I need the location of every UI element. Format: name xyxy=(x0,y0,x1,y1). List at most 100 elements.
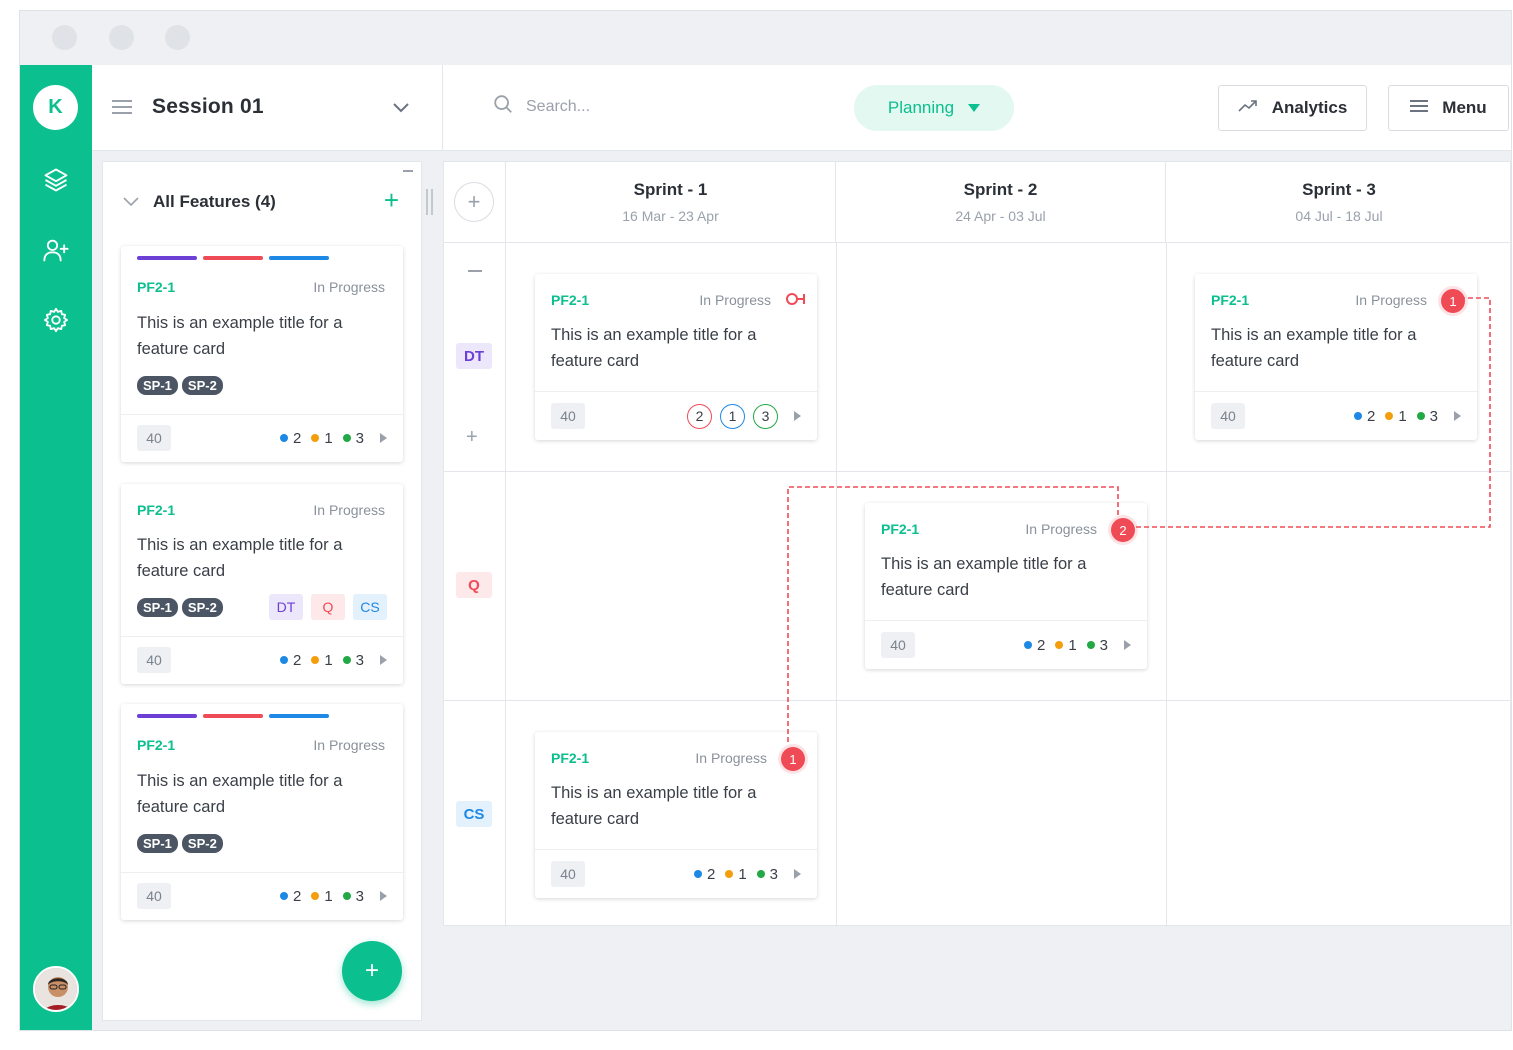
grid-line xyxy=(444,471,1511,472)
dependency-badge[interactable]: 1 xyxy=(1441,289,1465,313)
feature-card[interactable]: PF2-1 In Progress 2 This is an example t… xyxy=(865,503,1147,669)
search-input[interactable]: Search... xyxy=(526,98,590,116)
card-footer: 40 2 1 3 xyxy=(137,872,387,920)
sprint-tag: SP-1 xyxy=(137,376,178,395)
sprint-header[interactable]: Sprint - 2 24 Apr - 03 Jul xyxy=(836,162,1166,242)
menu-label: Menu xyxy=(1442,98,1487,117)
analytics-button[interactable]: Analytics xyxy=(1218,85,1367,131)
add-button[interactable]: + xyxy=(342,941,402,1001)
card-status: In Progress xyxy=(1025,521,1097,537)
count-green: 3 xyxy=(355,887,364,905)
status-counts: 2 1 3 xyxy=(279,429,364,447)
sprint-tags: SP-1 SP-2 xyxy=(137,376,223,395)
card-id: PF2-1 xyxy=(137,279,176,295)
count-green: 3 xyxy=(769,865,778,883)
team-tags: DT Q CS xyxy=(269,594,387,620)
status-counts: 2 1 3 xyxy=(1353,407,1438,425)
status-counts: 2 1 3 xyxy=(279,651,364,669)
mode-dropdown[interactable]: Planning xyxy=(854,85,1014,131)
window-control-dot[interactable] xyxy=(165,25,190,50)
count-orange: 1 xyxy=(324,429,333,447)
feature-card[interactable]: PF2-1 In Progress 1 This is an example t… xyxy=(1195,274,1477,440)
story-points: 40 xyxy=(137,425,171,451)
expand-arrow-icon[interactable] xyxy=(380,891,387,901)
dependency-link-icon[interactable] xyxy=(785,291,807,312)
status-counts: 2 1 3 xyxy=(279,887,364,905)
expand-arrow-icon[interactable] xyxy=(1454,411,1461,421)
session-selector[interactable]: Session 01 xyxy=(92,65,443,151)
layers-icon[interactable] xyxy=(41,165,71,195)
grid-line xyxy=(1166,242,1167,927)
card-footer: 40 2 1 3 xyxy=(551,392,801,440)
count-green: 3 xyxy=(1429,407,1438,425)
feature-card[interactable]: PF2-1 In Progress 1 This is an example t… xyxy=(535,732,817,898)
resize-handle[interactable] xyxy=(426,189,438,215)
sprint-header[interactable]: Sprint - 3 04 Jul - 18 Jul xyxy=(1166,162,1511,242)
workspace-avatar[interactable]: K xyxy=(33,85,78,130)
sprint-tag: SP-2 xyxy=(181,834,223,853)
feature-card[interactable]: PF2-1 In Progress This is an example tit… xyxy=(121,246,403,462)
features-header[interactable]: All Features (4) xyxy=(123,192,276,212)
card-title: This is an example title for a feature c… xyxy=(137,536,343,580)
search-field[interactable]: Search... xyxy=(492,93,590,120)
card-title: This is an example title for a feature c… xyxy=(551,326,757,370)
chevron-down-icon[interactable] xyxy=(392,101,410,119)
feature-card[interactable]: PF2-1 In Progress This is an example tit… xyxy=(121,704,403,920)
count-green: 3 xyxy=(355,651,364,669)
top-bar: Session 01 Search... Planning Analytics xyxy=(92,65,1511,151)
card-status: In Progress xyxy=(313,279,385,295)
window-control-dot[interactable] xyxy=(109,25,134,50)
card-footer: 40 2 1 3 xyxy=(551,850,801,898)
add-row-button[interactable]: + xyxy=(454,182,494,222)
card-id: PF2-1 xyxy=(137,737,176,753)
card-status: In Progress xyxy=(1355,292,1427,308)
expand-arrow-icon[interactable] xyxy=(794,869,801,879)
row-label-cs: CS xyxy=(456,801,492,827)
count-blue: 2 xyxy=(292,429,302,447)
expand-arrow-icon[interactable] xyxy=(380,433,387,443)
expand-arrow-icon[interactable] xyxy=(1124,640,1131,650)
menu-button[interactable]: Menu xyxy=(1388,85,1509,131)
dependency-badge[interactable]: 1 xyxy=(781,747,805,771)
card-title: This is an example title for a feature c… xyxy=(881,555,1087,599)
card-status: In Progress xyxy=(695,750,767,766)
add-row-icon[interactable]: + xyxy=(466,426,478,449)
add-feature-icon[interactable]: + xyxy=(384,187,399,213)
card-id: PF2-1 xyxy=(551,750,590,766)
add-user-icon[interactable] xyxy=(41,235,71,265)
feature-card[interactable]: PF2-1 In Progress This is an example tit… xyxy=(121,484,403,684)
feature-card[interactable]: PF2-1 In Progress This is an example tit… xyxy=(535,274,817,440)
app-window: K Session 01 Search... Planning Analytic… xyxy=(19,10,1512,1031)
story-points: 40 xyxy=(137,883,171,909)
count-orange: 1 xyxy=(324,887,333,905)
sprint-header[interactable]: Sprint - 1 16 Mar - 23 Apr xyxy=(506,162,836,242)
count-orange: 1 xyxy=(324,651,333,669)
mode-label: Planning xyxy=(887,98,955,117)
expand-arrow-icon[interactable] xyxy=(794,411,801,421)
card-status: In Progress xyxy=(699,292,771,308)
grid-line xyxy=(444,700,1511,701)
card-id: PF2-1 xyxy=(881,521,920,537)
row-label-q: Q xyxy=(456,572,492,598)
collapse-row-icon[interactable] xyxy=(468,270,482,272)
card-footer: 40 2 1 3 xyxy=(137,636,387,684)
card-title: This is an example title for a feature c… xyxy=(1211,326,1417,370)
team-tag-q: Q xyxy=(311,594,345,620)
ring-count-blue: 1 xyxy=(720,403,745,429)
features-panel: All Features (4) + PF2-1 In Progress Thi… xyxy=(102,161,422,1021)
story-points: 40 xyxy=(881,632,915,658)
settings-gear-icon[interactable] xyxy=(41,305,71,335)
card-footer: 40 2 1 3 xyxy=(1211,392,1461,440)
expand-arrow-icon[interactable] xyxy=(380,655,387,665)
card-status: In Progress xyxy=(313,737,385,753)
dependency-badge[interactable]: 2 xyxy=(1111,518,1135,542)
user-avatar[interactable] xyxy=(33,966,79,1012)
title-bar xyxy=(20,11,1511,65)
collapse-panel-icon[interactable] xyxy=(403,170,413,172)
story-points: 40 xyxy=(551,403,585,429)
sprint-tags: SP-1 SP-2 xyxy=(137,834,223,853)
sprint-tag: SP-2 xyxy=(181,598,223,617)
window-control-dot[interactable] xyxy=(52,25,77,50)
hamburger-icon[interactable] xyxy=(112,99,132,120)
row-label-dt: DT xyxy=(456,343,492,369)
